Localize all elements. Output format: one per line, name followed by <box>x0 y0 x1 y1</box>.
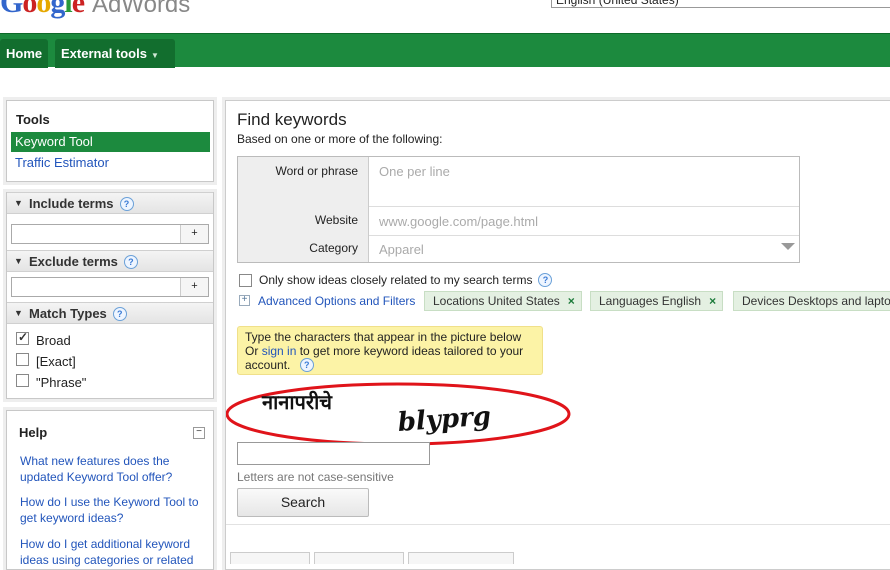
find-keywords-panel: Find keywords Based on one or more of th… <box>225 100 890 570</box>
exclude-terms-input[interactable]: + <box>11 277 209 297</box>
page-title: Find keywords <box>237 110 347 129</box>
help-link-categories[interactable]: How do I get additional keyword ideas us… <box>20 536 200 568</box>
divider <box>226 524 890 525</box>
form-labels-column: Word or phrase Website Category <box>238 157 369 262</box>
website-label: Website <box>314 213 358 227</box>
closely-related-checkbox[interactable] <box>239 274 252 287</box>
match-exact-label: [Exact] <box>36 354 76 369</box>
word-phrase-input[interactable]: One per line <box>379 164 799 204</box>
help-panel: Help − What new features does the update… <box>6 410 214 570</box>
result-tab[interactable] <box>408 552 514 564</box>
include-terms-header[interactable]: ▼ Include terms? <box>7 192 213 214</box>
add-include-term-button[interactable]: + <box>180 225 208 243</box>
filter-chip-devices[interactable]: Devices Desktops and laptops <box>733 291 890 311</box>
website-input[interactable]: www.google.com/page.html <box>379 214 799 229</box>
captcha-image: नानापरीचे blyprg <box>226 382 571 446</box>
page-subtitle: Based on one or more of the following: <box>237 132 443 146</box>
result-tab[interactable] <box>314 552 404 564</box>
captcha-input[interactable] <box>237 442 430 465</box>
captcha-word-1: नानापरीचे <box>261 390 333 414</box>
nav-bar: Home External tools ▼ <box>0 33 890 68</box>
divider <box>369 206 799 207</box>
category-label: Category <box>309 241 358 255</box>
category-select[interactable]: Apparel <box>379 242 769 257</box>
exclude-terms-header[interactable]: ▼ Exclude terms? <box>7 250 213 272</box>
captcha-word-2: blyprg <box>397 401 492 437</box>
tool-keyword-tool[interactable]: Keyword Tool <box>11 132 210 152</box>
filter-chip-locations[interactable]: Locations United States × <box>424 291 582 311</box>
collapse-triangle-icon: ▼ <box>14 198 23 208</box>
language-select[interactable]: English (United States) <box>551 0 890 8</box>
case-note: Letters are not case-sensitive <box>237 470 394 484</box>
tools-title: Tools <box>16 112 50 127</box>
help-icon[interactable]: ? <box>112 307 127 321</box>
nav-external-tools-tab[interactable]: External tools ▼ <box>55 39 175 68</box>
match-phrase-checkbox[interactable] <box>16 374 29 387</box>
tool-traffic-estimator[interactable]: Traffic Estimator <box>15 155 109 170</box>
filters-panel: ▼ Include terms? + ▼ Exclude terms? + ▼ … <box>6 192 214 399</box>
search-form: Word or phrase Website Category One per … <box>237 156 800 263</box>
divider <box>369 235 799 236</box>
word-phrase-label: Word or phrase <box>275 164 358 178</box>
product-name: AdWords <box>92 0 191 18</box>
help-link-how-to-use[interactable]: How do I use the Keyword Tool to get key… <box>20 494 200 526</box>
help-icon[interactable]: ? <box>538 273 553 287</box>
tools-panel: Tools Keyword Tool Traffic Estimator <box>6 100 214 182</box>
expand-plus-icon[interactable]: + <box>239 295 250 306</box>
result-tab[interactable] <box>230 552 310 564</box>
chevron-down-icon: ▼ <box>150 51 159 60</box>
remove-chip-icon[interactable]: × <box>709 294 716 308</box>
match-exact-checkbox[interactable] <box>16 353 29 366</box>
collapse-icon[interactable]: − <box>193 427 205 439</box>
add-exclude-term-button[interactable]: + <box>180 278 208 296</box>
nav-home-tab[interactable]: Home <box>0 39 48 68</box>
captcha-instructions: Type the characters that appear in the p… <box>237 326 543 375</box>
collapse-triangle-icon: ▼ <box>14 256 23 266</box>
help-icon[interactable]: ? <box>299 358 314 372</box>
include-terms-input[interactable]: + <box>11 224 209 244</box>
collapse-triangle-icon: ▼ <box>14 308 23 318</box>
chevron-down-icon[interactable] <box>781 243 795 250</box>
help-link-new-features[interactable]: What new features does the updated Keywo… <box>20 453 200 485</box>
match-broad-checkbox[interactable] <box>16 330 29 345</box>
google-adwords-logo[interactable]: Google AdWords <box>0 0 190 20</box>
filter-chip-languages[interactable]: Languages English × <box>590 291 724 311</box>
help-title: Help <box>19 425 48 440</box>
match-phrase-label: "Phrase" <box>36 375 87 390</box>
advanced-options-link[interactable]: Advanced Options and Filters <box>258 294 415 308</box>
search-button[interactable]: Search <box>237 488 369 517</box>
help-icon[interactable]: ? <box>123 255 138 269</box>
match-broad-label: Broad <box>36 333 71 348</box>
sign-in-link[interactable]: sign in <box>262 344 297 358</box>
match-types-header[interactable]: ▼ Match Types? <box>7 302 213 324</box>
closely-related-label: Only show ideas closely related to my se… <box>259 273 553 287</box>
help-icon[interactable]: ? <box>119 197 134 211</box>
remove-chip-icon[interactable]: × <box>568 294 575 308</box>
